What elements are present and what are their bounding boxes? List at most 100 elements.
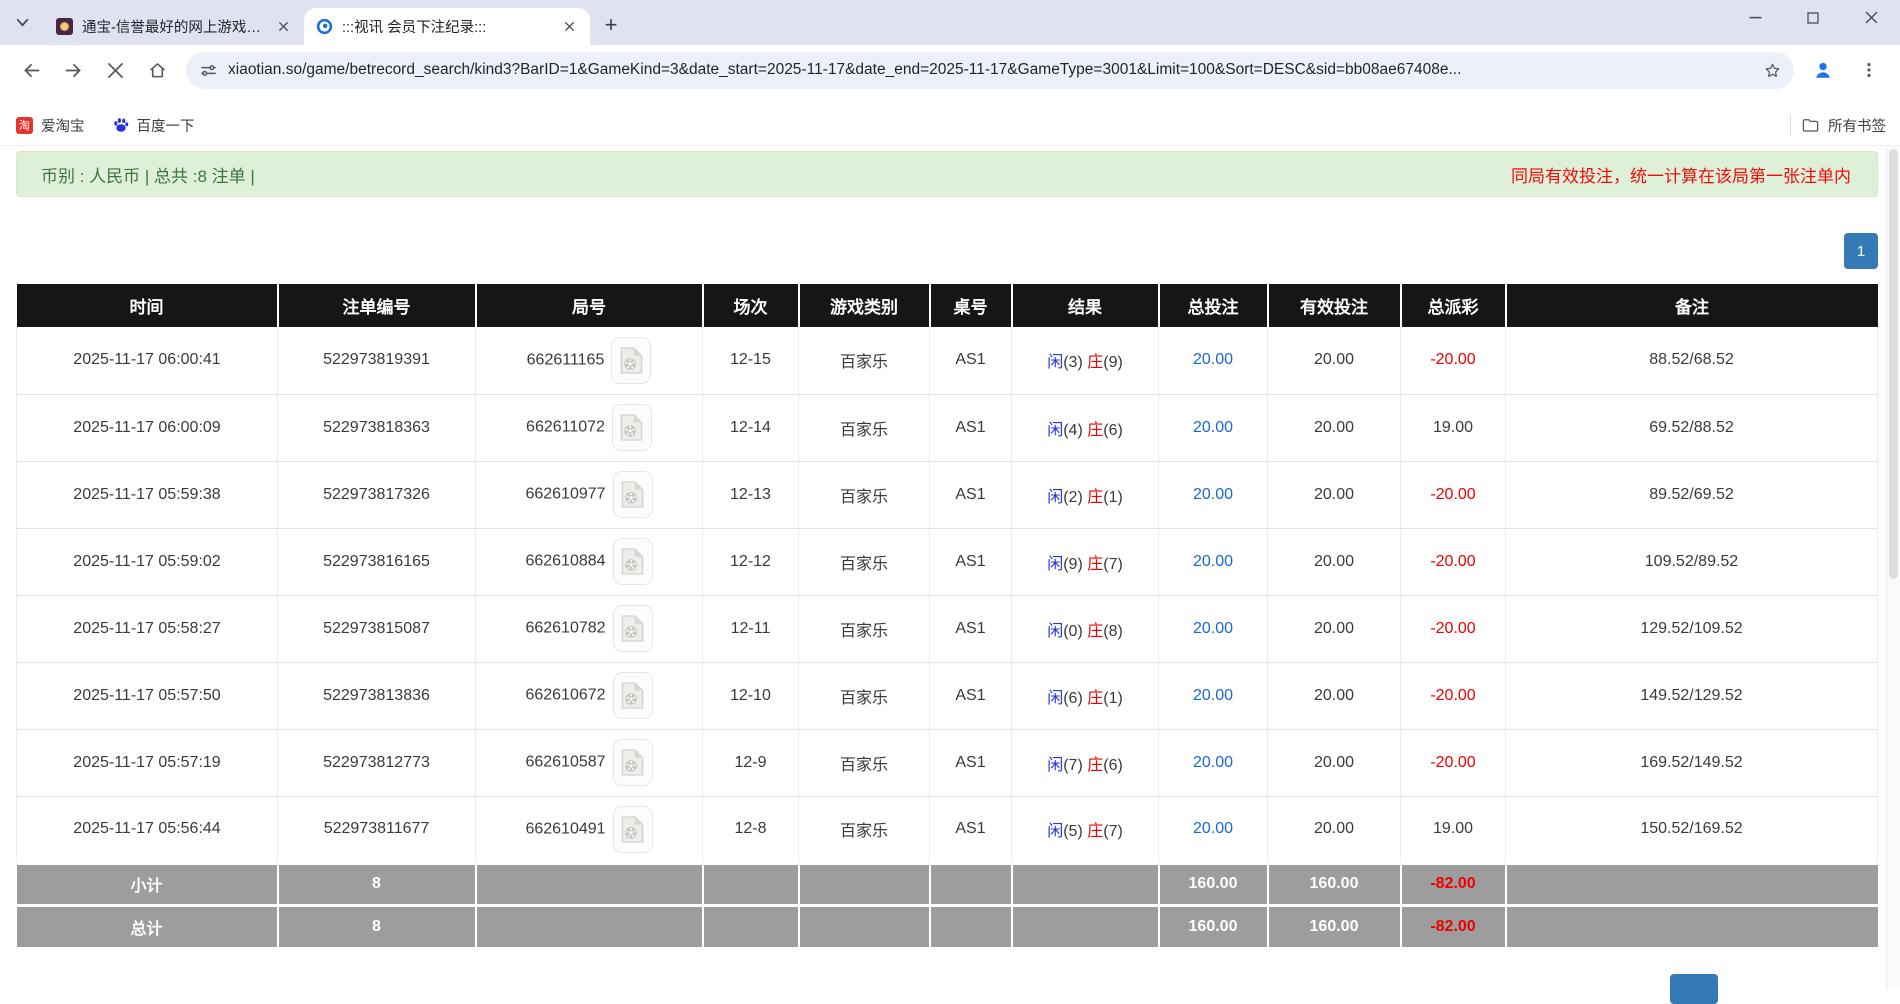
tab-tongbao[interactable]: 通宝-信誉最好的网上游戏平台 [44,8,304,45]
summary-empty-result [1012,863,1159,905]
cell-remark: 129.52/109.52 [1506,595,1878,662]
new-tab-button[interactable]: + [596,10,626,40]
site-settings-icon[interactable] [200,62,217,79]
result-banker-label: 庄 [1087,489,1103,506]
cell-result: 闲(5) 庄(7) [1012,796,1159,863]
tab-close-icon[interactable] [272,16,294,38]
minimize-icon [1749,11,1762,24]
cell-payout: 19.00 [1401,394,1506,461]
cell-payout: -20.00 [1401,528,1506,595]
total-bet-link[interactable]: 20.00 [1193,620,1233,637]
total-bet-link[interactable]: 20.00 [1193,754,1233,771]
cell-session: 12-15 [703,327,799,394]
forward-button[interactable] [52,49,94,91]
result-banker-label: 庄 [1087,623,1103,640]
cell-payout: -20.00 [1401,327,1506,394]
stop-icon [107,62,124,79]
summary-label: 总计 [17,905,278,947]
stop-loading-button[interactable] [94,49,136,91]
cell-total-bet: 20.00 [1159,796,1268,863]
cell-bet-no: 522973816165 [278,528,476,595]
result-banker-points: (7) [1103,823,1123,840]
address-bar[interactable]: xiaotian.so/game/betrecord_search/kind3?… [186,52,1794,89]
column-header: 总投注 [1159,284,1268,327]
cell-remark: 150.52/169.52 [1506,796,1878,863]
result-player-label: 闲 [1047,354,1063,371]
bookmark-star-icon[interactable] [1763,61,1782,80]
window-maximize-button[interactable] [1784,0,1842,35]
result-player-label: 闲 [1047,556,1063,573]
video-replay-button[interactable] [612,404,652,451]
summary-valid-bet: 160.00 [1268,863,1401,905]
home-button[interactable] [136,49,178,91]
video-replay-button[interactable] [613,806,653,853]
folder-icon [1801,116,1820,135]
cell-remark: 89.52/69.52 [1506,461,1878,528]
total-bet-link[interactable]: 20.00 [1193,486,1233,503]
summary-bar: 币别 : 人民币 | 总共 :8 注单 | 同局有效投注，统一计算在该局第一张注… [16,151,1878,197]
summary-empty-session [703,863,799,905]
scrollbar-thumb[interactable] [1889,149,1898,579]
result-player-points: (6) [1063,690,1087,707]
back-button[interactable] [10,49,52,91]
cell-game-type: 百家乐 [799,394,930,461]
video-replay-button[interactable] [611,337,651,384]
round-no-text: 662610782 [525,620,605,637]
tab-bet-record[interactable]: :::视讯 会员下注纪录::: [304,8,590,45]
summary-row: 总计8160.00160.00-82.00 [17,905,1878,947]
bookmark-baidu[interactable]: 百度一下 [113,115,195,136]
result-player-points: (5) [1063,823,1087,840]
cell-table-no: AS1 [930,729,1012,796]
cell-round-no: 662610587 [476,729,703,796]
video-replay-button[interactable] [613,471,653,518]
bet-record-table: 时间注单编号局号场次游戏类别桌号结果总投注有效投注总派彩备注 2025-11-1… [16,284,1878,947]
tab-search-button[interactable] [0,0,44,45]
all-bookmarks-button[interactable]: 所有书签 [1801,115,1886,136]
video-replay-button[interactable] [613,672,653,719]
tab-close-icon[interactable] [558,16,580,38]
column-header: 有效投注 [1268,284,1401,327]
cell-total-bet: 20.00 [1159,528,1268,595]
pagination-bottom-partial-button[interactable] [1670,974,1718,1004]
result-player-label: 闲 [1047,823,1063,840]
total-bet-link[interactable]: 20.00 [1193,553,1233,570]
cell-result: 闲(9) 庄(7) [1012,528,1159,595]
cell-payout: -20.00 [1401,729,1506,796]
bookmark-taobao[interactable]: 淘 爱淘宝 [16,115,85,136]
bet-row: 2025-11-17 06:00:09522973818363662611072… [17,394,1878,461]
cell-table-no: AS1 [930,461,1012,528]
cell-round-no: 662610782 [476,595,703,662]
cell-table-no: AS1 [930,595,1012,662]
cell-valid-bet: 20.00 [1268,528,1401,595]
tab-title: :::视讯 会员下注纪录::: [342,16,549,37]
result-banker-label: 庄 [1087,354,1103,371]
video-replay-button[interactable] [613,538,653,585]
summary-remark [1506,863,1878,905]
video-replay-button[interactable] [613,739,653,786]
pagination-page-1-button[interactable]: 1 [1844,233,1878,269]
summary-label: 小计 [17,863,278,905]
window-close-button[interactable] [1842,0,1900,35]
cell-time: 2025-11-17 06:00:41 [17,327,278,394]
cell-total-bet: 20.00 [1159,394,1268,461]
cell-result: 闲(6) 庄(1) [1012,662,1159,729]
profile-avatar-button[interactable] [1802,49,1844,91]
round-no-text: 662610977 [525,486,605,503]
cell-session: 12-14 [703,394,799,461]
video-replay-button[interactable] [613,605,653,652]
chevron-down-icon [15,15,30,30]
page-scrollbar[interactable] [1886,146,1900,990]
total-bet-link[interactable]: 20.00 [1193,419,1233,436]
bet-row: 2025-11-17 05:57:19522973812773662610587… [17,729,1878,796]
window-minimize-button[interactable] [1726,0,1784,35]
total-bet-link[interactable]: 20.00 [1193,687,1233,704]
bet-record-favicon-icon [316,18,333,35]
result-player-label: 闲 [1047,623,1063,640]
cell-game-type: 百家乐 [799,796,930,863]
browser-menu-button[interactable] [1848,49,1890,91]
total-bet-link[interactable]: 20.00 [1193,351,1233,368]
total-bet-link[interactable]: 20.00 [1193,820,1233,837]
cell-bet-no: 522973817326 [278,461,476,528]
column-header: 桌号 [930,284,1012,327]
summary-count: 8 [278,863,476,905]
